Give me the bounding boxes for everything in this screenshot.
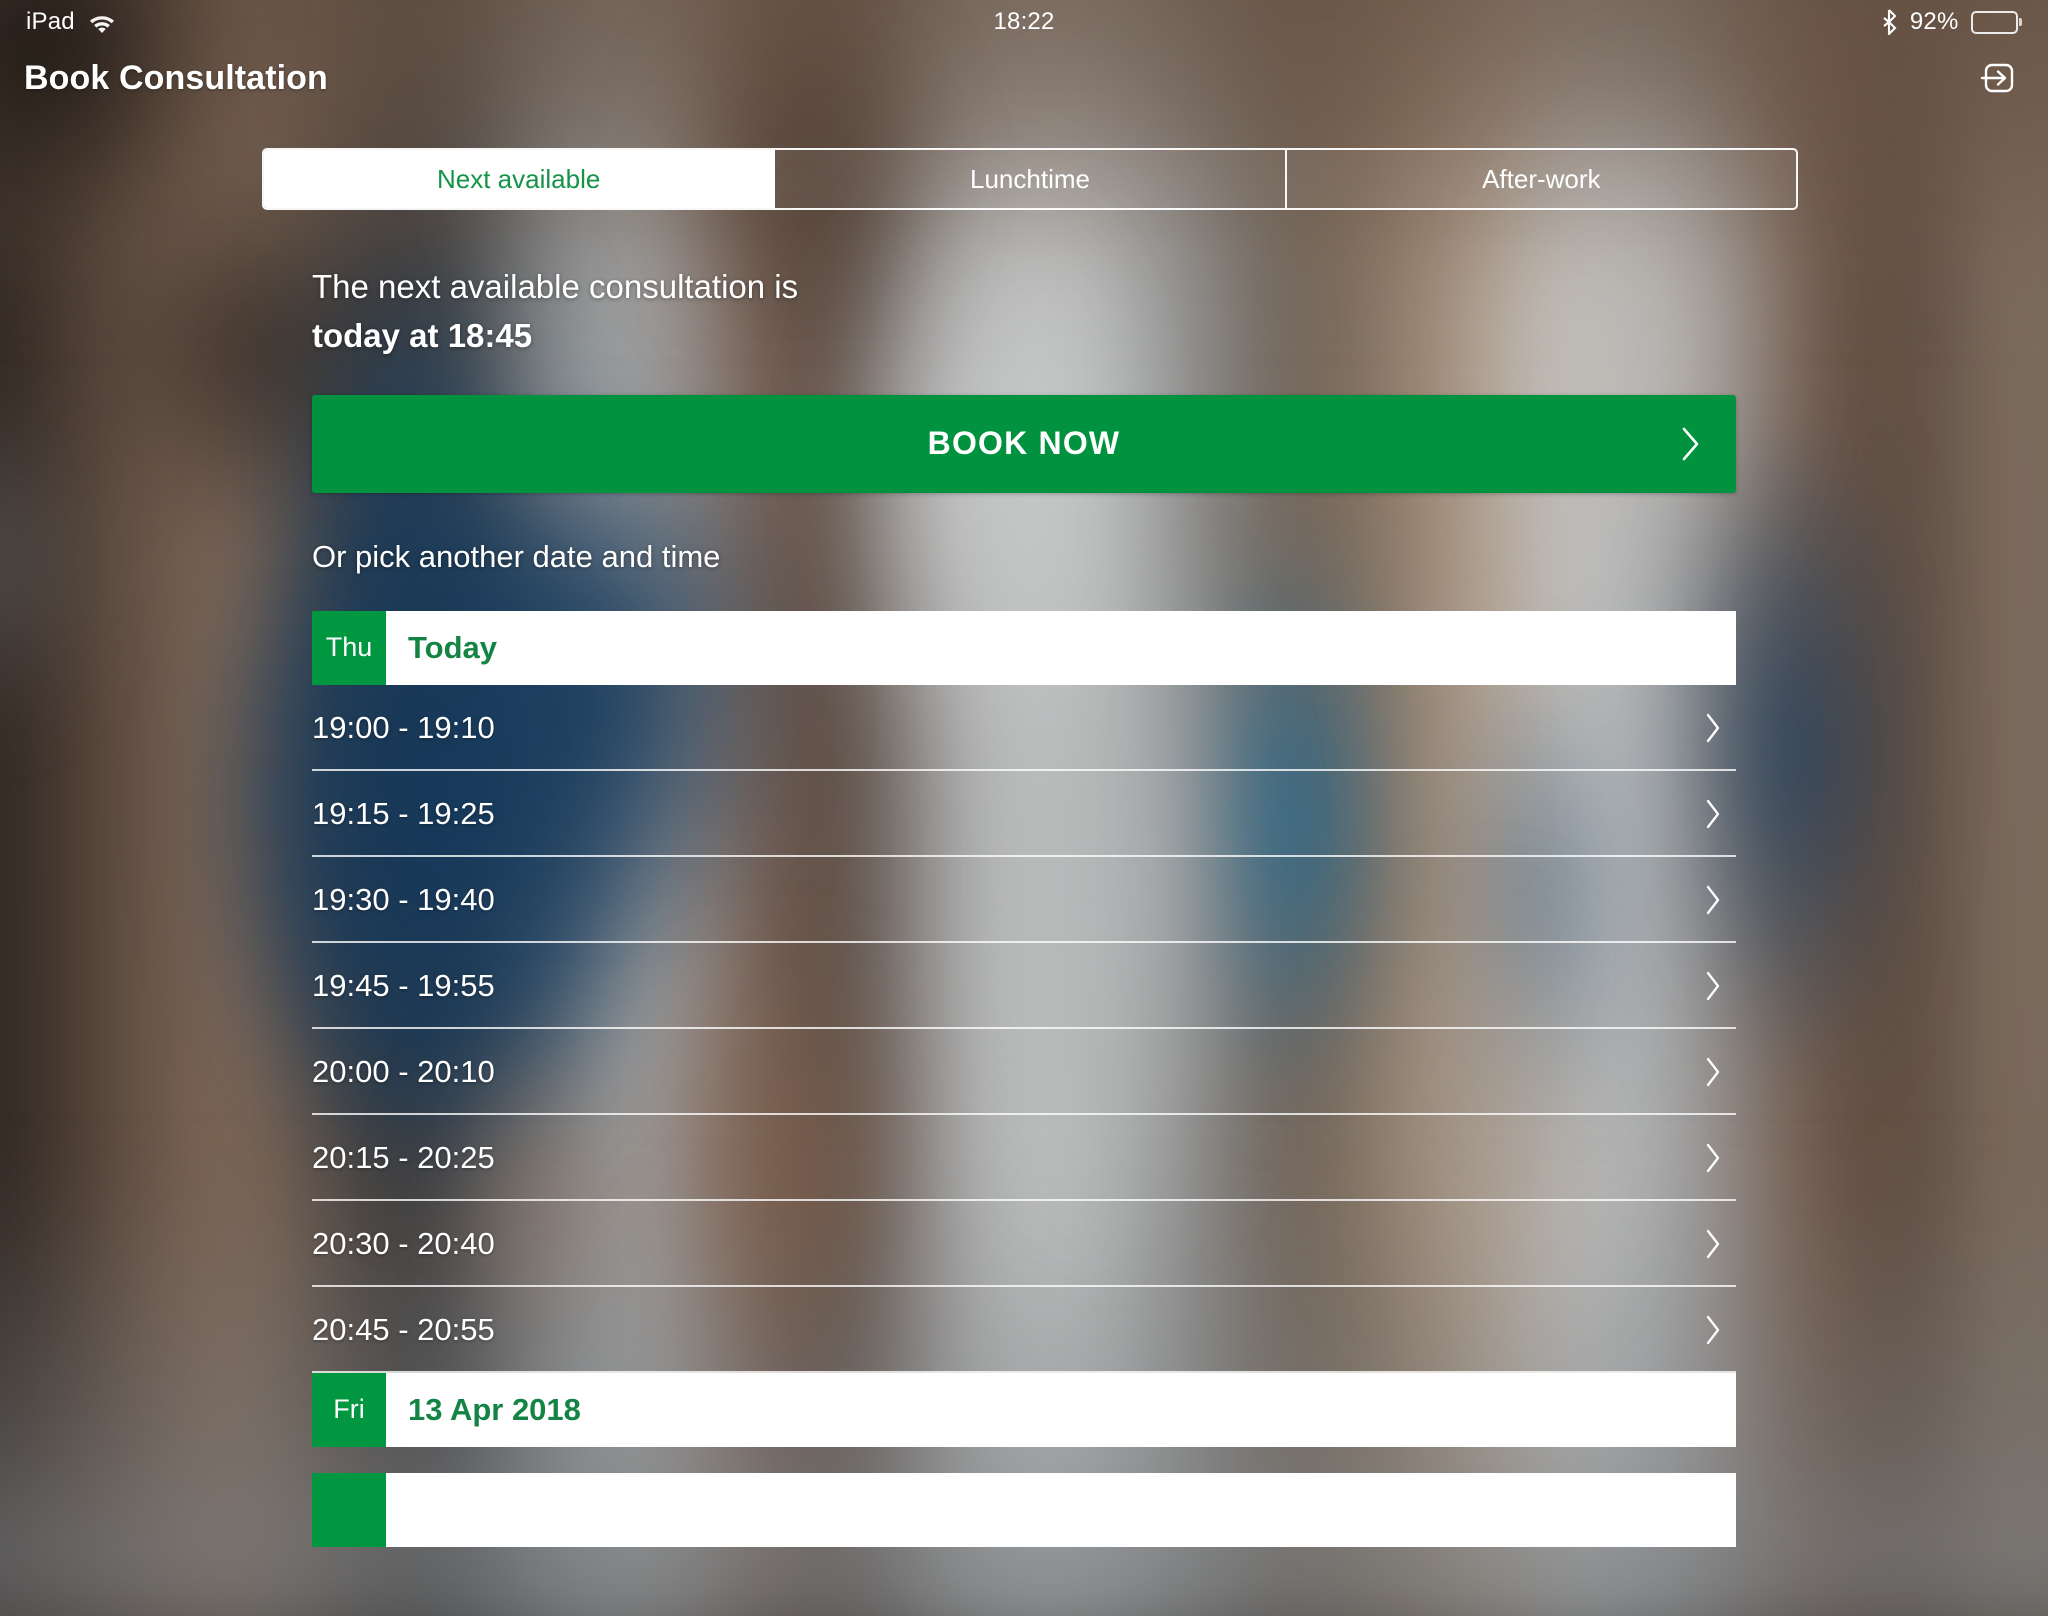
date-header-next-partial [312, 1473, 1736, 1547]
slot-time-label: 20:30 - 20:40 [312, 1226, 495, 1262]
slot-time-label: 19:30 - 19:40 [312, 882, 495, 918]
next-available-message: The next available consultation is today… [312, 266, 1792, 357]
chevron-right-icon [1704, 1056, 1722, 1088]
slot-row[interactable]: 20:30 - 20:40 [312, 1201, 1736, 1287]
content-column: Next available Lunchtime After-work The … [256, 148, 1792, 1536]
chevron-right-icon [1704, 1314, 1722, 1346]
slot-row[interactable]: 19:00 - 19:10 [312, 685, 1736, 771]
slot-list: Thu Today 19:00 - 19:10 19:15 - 19:25 19… [312, 611, 1736, 1547]
chevron-right-icon [1704, 1142, 1722, 1174]
battery-percent-label: 92% [1910, 8, 1959, 36]
tab-bar: Next available Lunchtime After-work [262, 148, 1798, 210]
pick-another-label: Or pick another date and time [312, 539, 1792, 575]
chevron-right-icon [1704, 1228, 1722, 1260]
chevron-right-icon [1704, 884, 1722, 916]
app-root: iPad 18:22 92% [0, 0, 2048, 1536]
wifi-icon [88, 12, 116, 33]
slot-row[interactable]: 19:15 - 19:25 [312, 771, 1736, 857]
chevron-right-icon [1680, 426, 1702, 462]
status-bar: iPad 18:22 92% [0, 0, 2048, 44]
book-now-label: BOOK NOW [928, 425, 1121, 462]
slot-time-label: 19:00 - 19:10 [312, 710, 495, 746]
slot-row[interactable]: 19:45 - 19:55 [312, 943, 1736, 1029]
status-bar-left: iPad [26, 8, 116, 36]
tab-lunchtime[interactable]: Lunchtime [775, 150, 1286, 208]
date-header-today-label: Today [386, 611, 497, 685]
date-header-next-partial-day [312, 1473, 386, 1547]
next-available-message-line2: today at 18:45 [312, 315, 1792, 356]
slot-row[interactable]: 20:15 - 20:25 [312, 1115, 1736, 1201]
slot-time-label: 20:15 - 20:25 [312, 1140, 495, 1176]
slot-row[interactable]: 20:45 - 20:55 [312, 1287, 1736, 1373]
slot-time-label: 20:00 - 20:10 [312, 1054, 495, 1090]
date-header-today-day: Thu [312, 611, 386, 685]
logout-button[interactable] [1972, 52, 2024, 104]
chevron-right-icon [1704, 798, 1722, 830]
status-bar-right: 92% [1882, 8, 2022, 36]
date-header-friday-day: Fri [312, 1373, 386, 1447]
chevron-right-icon [1704, 970, 1722, 1002]
date-header-friday: Fri 13 Apr 2018 [312, 1373, 1736, 1447]
chevron-right-icon [1704, 712, 1722, 744]
date-header-next-partial-label [386, 1473, 408, 1547]
tab-next-available-label: Next available [437, 164, 600, 195]
status-bar-clock: 18:22 [0, 8, 2048, 36]
date-header-today: Thu Today [312, 611, 1736, 685]
bluetooth-icon [1882, 9, 1898, 35]
nav-bar: Book Consultation [0, 44, 2048, 112]
next-available-message-line1: The next available consultation is [312, 266, 1792, 307]
slot-time-label: 19:45 - 19:55 [312, 968, 495, 1004]
tab-after-work[interactable]: After-work [1287, 150, 1796, 208]
tab-next-available[interactable]: Next available [264, 150, 775, 208]
logout-icon [1977, 57, 2019, 99]
tab-after-work-label: After-work [1482, 164, 1600, 195]
page-title: Book Consultation [24, 59, 328, 98]
tab-lunchtime-label: Lunchtime [970, 164, 1090, 195]
battery-nub [2019, 18, 2022, 26]
date-header-friday-label: 13 Apr 2018 [386, 1373, 581, 1447]
slot-row[interactable]: 20:00 - 20:10 [312, 1029, 1736, 1115]
device-label: iPad [26, 8, 75, 36]
slot-time-label: 20:45 - 20:55 [312, 1312, 495, 1348]
battery-shell [1971, 11, 2018, 34]
slot-row[interactable]: 19:30 - 19:40 [312, 857, 1736, 943]
book-now-button[interactable]: BOOK NOW [312, 395, 1736, 493]
slot-time-label: 19:15 - 19:25 [312, 796, 495, 832]
battery-icon [1971, 11, 2023, 34]
